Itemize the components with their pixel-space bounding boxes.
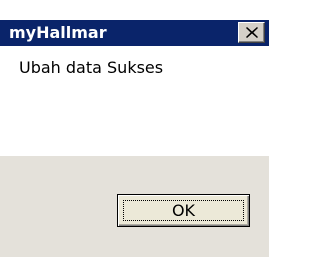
window-title: myHallmar [9,23,107,42]
message-text: Ubah data Sukses [19,58,164,77]
title-bar[interactable]: myHallmar [0,20,269,46]
ok-button[interactable]: OK [117,194,250,227]
message-dialog: myHallmar Ubah data Sukses OK [0,0,269,257]
ok-button-label: OK [171,201,196,220]
button-area: OK [0,156,269,257]
close-icon [246,27,258,38]
close-button[interactable] [238,22,265,43]
